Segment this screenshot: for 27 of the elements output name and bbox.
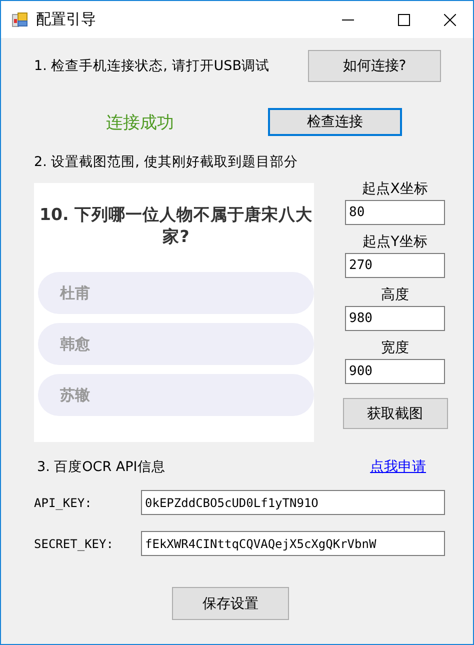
input-field[interactable]: 270 xyxy=(345,253,445,278)
step-label: 3. 百度OCR API信息 xyxy=(37,458,166,476)
question-text: 10. 下列哪一位人物不属于唐宋八大家? xyxy=(38,204,314,248)
field-label: API_KEY: xyxy=(34,496,93,510)
step-label: 1. 检查手机连接状态, 请打开USB调试 xyxy=(34,57,270,75)
check-button[interactable]: 检查连接 xyxy=(268,108,402,136)
field-label: 起点Y坐标 xyxy=(362,233,428,252)
app-icon xyxy=(12,12,28,28)
step-label: 2. 设置截图范围, 使其刚好截取到题目部分 xyxy=(34,153,299,171)
answer-option: 杜甫 xyxy=(38,272,314,314)
field-label: 起点X坐标 xyxy=(362,180,428,199)
status-text: 连接成功 xyxy=(106,112,175,134)
field-label: 高度 xyxy=(381,286,409,305)
input-field[interactable]: 80 xyxy=(345,200,445,225)
field-label: 宽度 xyxy=(381,339,409,358)
field-label: SECRET_KEY: xyxy=(34,536,114,550)
input-field[interactable]: 0kEPZddCBO5cUD0Lf1yTN91O xyxy=(141,490,445,515)
input-field[interactable]: 900 xyxy=(345,359,445,384)
help-button[interactable]: 如何连接? xyxy=(308,50,441,82)
input-field[interactable]: 980 xyxy=(345,306,445,331)
answer-option: 韩愈 xyxy=(38,323,314,365)
apply-link[interactable]: 点我申请 xyxy=(370,458,426,476)
save-button[interactable]: 保存设置 xyxy=(172,587,289,620)
capture-button[interactable]: 获取截图 xyxy=(342,398,448,429)
answer-option: 苏辙 xyxy=(38,374,314,416)
input-field[interactable]: fEkXWR4CINttqCQVAQejX5cXgQKrVbnW xyxy=(141,531,445,556)
window-title: 配置引导 xyxy=(36,10,96,29)
